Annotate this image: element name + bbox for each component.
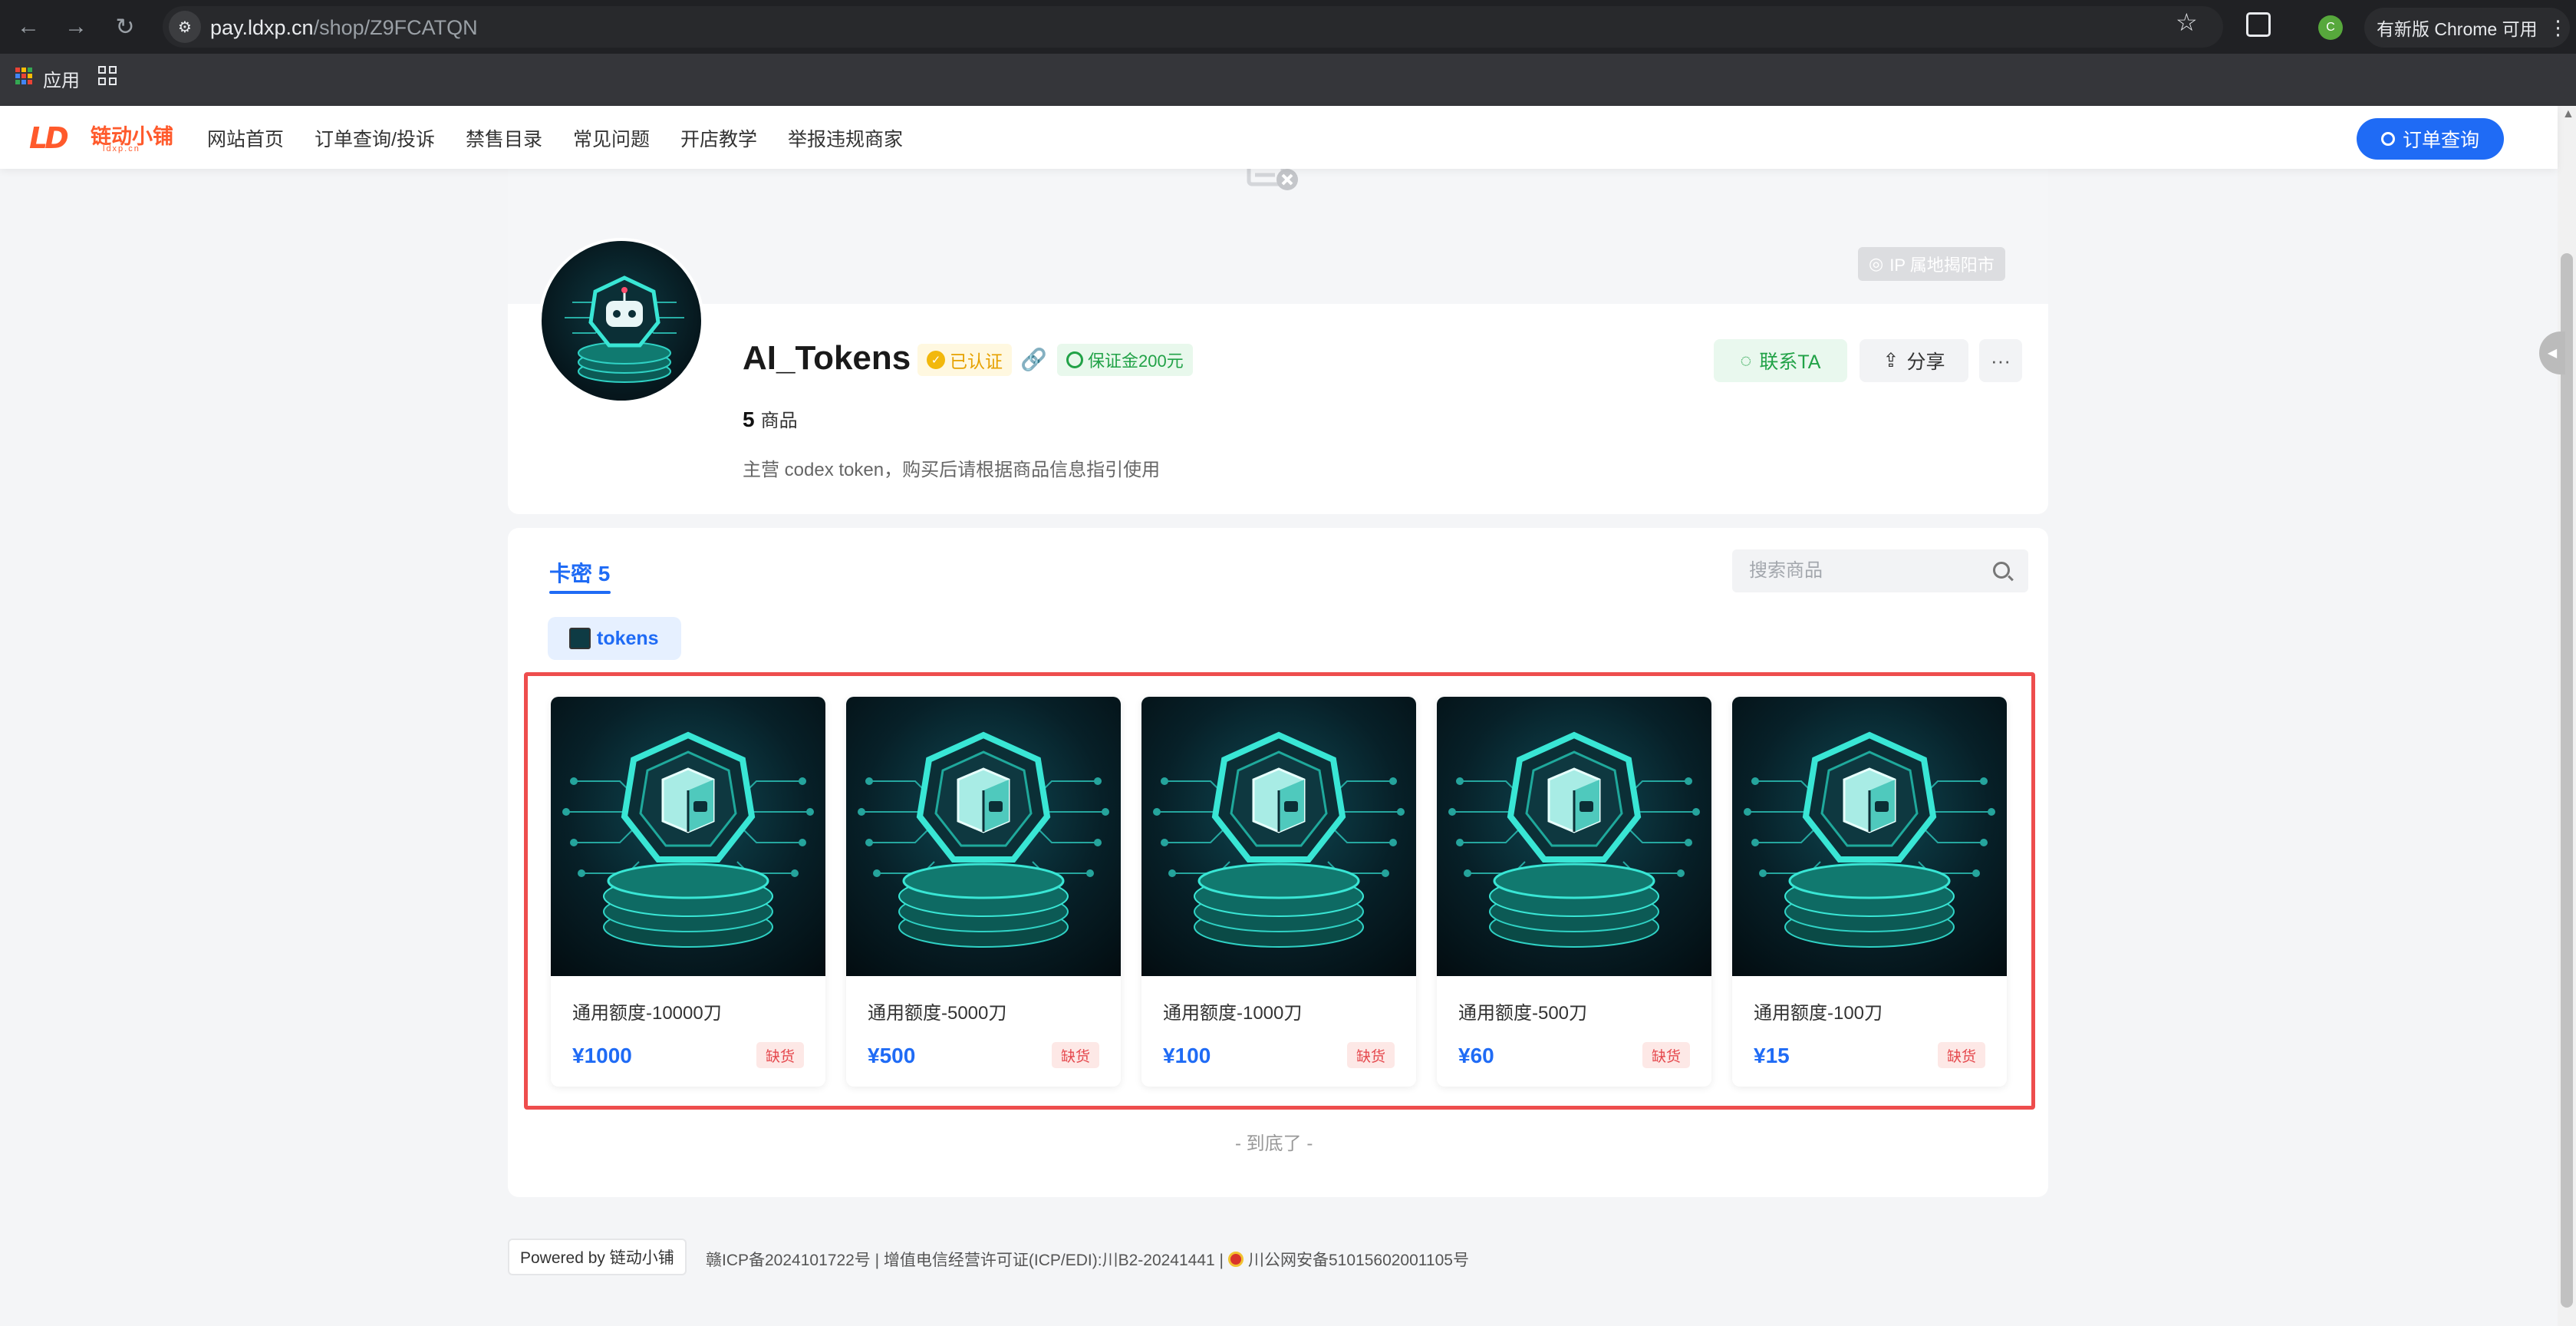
police-emblem-icon: [1228, 1252, 1244, 1267]
contact-label: 联系TA: [1759, 351, 1821, 373]
product-image[interactable]: [1732, 697, 2007, 976]
order-query-button[interactable]: 订单查询: [2357, 118, 2504, 160]
chat-icon: ◌: [1740, 349, 1752, 371]
nav-report[interactable]: 举报违规商家: [788, 124, 903, 152]
check-icon: ✓: [927, 351, 945, 369]
product-price: ¥500: [868, 1044, 916, 1067]
shop-info-card: [508, 304, 2048, 514]
verified-label: 已认证: [950, 351, 1003, 371]
share-label: 分享: [1906, 351, 1945, 373]
location-pin-icon: ◎: [1869, 254, 1884, 273]
menu-dots-icon[interactable]: ⋮: [2548, 16, 2568, 40]
police-record-text[interactable]: 川公网安备51015602001105号: [1248, 1248, 1469, 1271]
ip-location-badge: ◎ IP 属地揭阳市: [1858, 247, 2005, 281]
product-price: ¥15: [1754, 1044, 1790, 1067]
link-icon[interactable]: 🔗: [1020, 347, 1047, 372]
extensions-icon[interactable]: [2246, 12, 2271, 37]
search-icon: [2380, 132, 2395, 146]
share-icon: ⇪: [1883, 350, 1899, 371]
nav-faq[interactable]: 常见问题: [573, 124, 650, 152]
forward-icon[interactable]: →: [60, 11, 92, 43]
main-nav: 网站首页 订单查询/投诉 禁售目录 常见问题 开店教学 举报违规商家: [207, 124, 903, 152]
stock-status-badge: 缺货: [756, 1042, 805, 1068]
product-image[interactable]: [1141, 697, 1416, 976]
nav-prohibited[interactable]: 禁售目录: [466, 124, 542, 152]
shop-avatar[interactable]: [539, 238, 704, 404]
bookmarks-bar: [0, 54, 2576, 106]
end-of-list: - 到底了 -: [1235, 1133, 1313, 1154]
side-drawer-toggle[interactable]: ◀: [2539, 332, 2565, 374]
share-button[interactable]: ⇪ 分享: [1860, 339, 1968, 382]
reload-icon[interactable]: ↻: [109, 11, 141, 43]
product-name[interactable]: 通用额度-100刀: [1754, 998, 1883, 1024]
verified-badge: ✓ 已认证: [917, 344, 1012, 376]
shop-name: AI_Tokens: [743, 339, 911, 377]
product-price: ¥60: [1458, 1044, 1494, 1067]
nav-order-query[interactable]: 订单查询/投诉: [315, 124, 435, 152]
nav-tutorial[interactable]: 开店教学: [680, 124, 757, 152]
search-icon[interactable]: [1993, 562, 2010, 579]
powered-by-badge[interactable]: Powered by 链动小铺: [508, 1239, 687, 1275]
bookmark-apps[interactable]: 应用: [43, 65, 80, 92]
url-text[interactable]: pay.ldxp.cn/shop/Z9FCATQN: [210, 16, 478, 40]
product-image[interactable]: [1437, 697, 1711, 976]
product-image[interactable]: [551, 697, 825, 976]
product-search[interactable]: [1732, 549, 2028, 592]
active-tab-indicator: [549, 591, 611, 594]
product-price: ¥1000: [572, 1044, 632, 1067]
stock-status-badge: 缺货: [1642, 1042, 1691, 1068]
category-label: tokens: [597, 627, 659, 649]
stock-status-badge: 缺货: [1938, 1042, 1986, 1068]
product-name[interactable]: 通用额度-5000刀: [868, 998, 1006, 1024]
product-card[interactable]: 通用额度-500刀 ¥60 缺货: [1437, 697, 1711, 1087]
tab-card-keys[interactable]: 卡密 5: [549, 557, 610, 588]
product-price: ¥100: [1163, 1044, 1211, 1067]
product-name[interactable]: 通用额度-1000刀: [1163, 998, 1302, 1024]
logo-subtext: ldxp.cn: [103, 144, 140, 153]
more-button[interactable]: ···: [1979, 339, 2022, 382]
goods-count: 5 商品: [743, 405, 798, 432]
chrome-update-button[interactable]: 有新版 Chrome 可用 ⋮: [2364, 8, 2570, 48]
ip-location-text: IP 属地揭阳市: [1889, 256, 1995, 275]
goods-count-label: 商品: [760, 411, 798, 431]
bookmark-star-icon[interactable]: ☆: [2176, 8, 2198, 37]
contact-button[interactable]: ◌ 联系TA: [1714, 339, 1847, 382]
address-bar[interactable]: ⚙ pay.ldxp.cn/shop/Z9FCATQN: [163, 6, 2223, 48]
stock-status-badge: 缺货: [1347, 1042, 1395, 1068]
scroll-up-icon[interactable]: ▲: [2562, 107, 2574, 121]
robot-icon: [565, 275, 684, 383]
stock-status-badge: 缺货: [1052, 1042, 1100, 1068]
site-logo[interactable]: LD 链动小铺 ldxp.cn: [29, 118, 175, 158]
scroll-thumb[interactable]: [2561, 253, 2573, 1308]
deposit-label: 保证金200元: [1088, 351, 1184, 371]
product-card[interactable]: 通用额度-5000刀 ¥500 缺货: [846, 697, 1121, 1087]
site-info-icon[interactable]: ⚙: [169, 11, 201, 43]
shop-description: 主营 codex token，购买后请根据商品信息指引使用: [743, 460, 1161, 480]
product-card[interactable]: 通用额度-100刀 ¥15 缺货: [1732, 697, 2007, 1087]
product-name[interactable]: 通用额度-10000刀: [572, 998, 722, 1024]
logo-mark-icon: LD: [29, 121, 69, 155]
tab-groups-icon[interactable]: [98, 66, 118, 86]
goods-count-value: 5: [743, 407, 755, 431]
category-chip-tokens[interactable]: tokens: [548, 617, 681, 660]
order-query-label: 订单查询: [2402, 130, 2479, 151]
product-name[interactable]: 通用额度-500刀: [1458, 998, 1587, 1024]
shield-icon: [1066, 351, 1083, 368]
profile-avatar[interactable]: C: [2318, 15, 2343, 40]
apps-grid-icon[interactable]: [15, 68, 32, 84]
product-card[interactable]: 通用额度-1000刀 ¥100 缺货: [1141, 697, 1416, 1087]
nav-home[interactable]: 网站首页: [207, 124, 284, 152]
icp-info: 赣ICP备2024101722号 | 增值电信经营许可证(ICP/EDI):川B…: [706, 1248, 1469, 1271]
deposit-badge: 保证金200元: [1057, 344, 1193, 376]
product-image[interactable]: [846, 697, 1121, 976]
product-card[interactable]: 通用额度-10000刀 ¥1000 缺货: [551, 697, 825, 1087]
category-thumbnail: [569, 628, 591, 649]
site-header: LD 链动小铺 ldxp.cn 网站首页 订单查询/投诉 禁售目录 常见问题 开…: [0, 106, 2558, 169]
search-input[interactable]: [1732, 549, 1985, 592]
back-icon[interactable]: ←: [12, 11, 44, 43]
icp-text[interactable]: 赣ICP备2024101722号 | 增值电信经营许可证(ICP/EDI):川B…: [706, 1248, 1224, 1271]
